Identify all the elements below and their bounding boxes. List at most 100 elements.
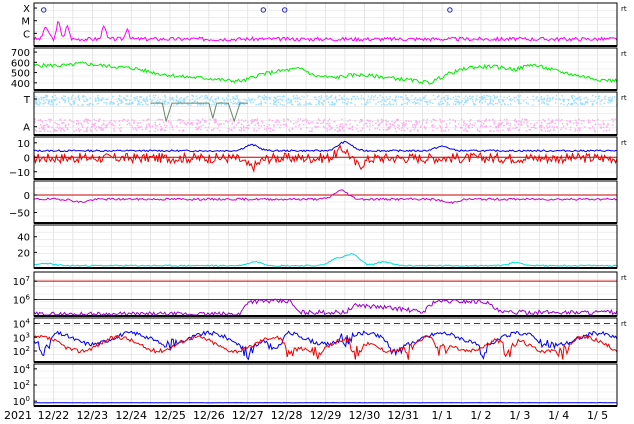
data-point — [435, 120, 437, 122]
data-point — [455, 98, 457, 100]
data-point — [58, 101, 61, 103]
data-point — [263, 124, 266, 127]
data-point — [244, 119, 247, 122]
data-point — [288, 101, 291, 104]
data-point — [579, 127, 581, 129]
data-point — [66, 127, 68, 129]
data-point — [471, 98, 474, 101]
y-tick-label: 10 — [17, 139, 30, 150]
data-point — [356, 95, 359, 98]
data-point — [469, 95, 471, 97]
data-point — [566, 104, 569, 106]
data-point — [509, 125, 511, 127]
data-point — [406, 101, 409, 104]
data-point — [434, 125, 436, 127]
data-point — [252, 101, 254, 104]
data-point — [395, 130, 397, 133]
data-point — [386, 98, 389, 101]
data-point — [426, 103, 429, 106]
data-point — [154, 123, 157, 126]
data-point — [78, 128, 80, 130]
data-point — [78, 97, 80, 100]
data-point — [447, 98, 450, 100]
data-point — [341, 123, 344, 125]
data-point — [196, 101, 199, 103]
data-point — [275, 104, 278, 106]
data-point — [38, 130, 41, 133]
data-point — [433, 119, 436, 121]
data-point — [488, 95, 490, 97]
data-point — [117, 104, 119, 106]
data-point — [526, 118, 528, 121]
data-point — [481, 96, 483, 99]
data-point — [291, 128, 294, 130]
data-point — [275, 96, 277, 99]
data-point — [444, 100, 447, 102]
data-point — [319, 98, 321, 100]
x-tick-label: 1/ 5 — [587, 409, 608, 422]
y-tick-label: C — [23, 29, 30, 40]
data-point — [361, 119, 363, 122]
data-point — [587, 122, 590, 124]
data-point — [279, 126, 281, 129]
data-point — [145, 128, 147, 131]
data-point — [206, 129, 209, 131]
data-point — [573, 99, 576, 102]
data-point — [118, 99, 121, 102]
data-point — [67, 100, 70, 102]
data-point — [274, 98, 277, 100]
data-point — [493, 130, 495, 132]
data-point — [292, 122, 295, 125]
data-point — [318, 103, 321, 106]
data-point — [405, 120, 408, 122]
data-point — [408, 99, 411, 102]
data-point — [211, 104, 213, 106]
data-point — [268, 124, 270, 126]
data-point — [336, 130, 339, 133]
data-point — [457, 123, 460, 125]
data-point — [551, 98, 554, 100]
data-point — [295, 125, 297, 128]
data-point — [609, 101, 612, 103]
data-point — [465, 95, 467, 97]
data-point — [171, 126, 173, 129]
data-point — [492, 118, 494, 121]
data-point — [188, 118, 191, 121]
data-point — [475, 98, 478, 100]
data-point — [48, 118, 50, 120]
data-point — [43, 100, 45, 102]
data-point — [94, 99, 97, 102]
data-point — [75, 129, 77, 131]
data-point — [299, 128, 302, 130]
data-point — [410, 129, 412, 131]
data-point — [109, 102, 111, 104]
data-point — [50, 103, 52, 106]
data-point — [580, 102, 582, 104]
data-point — [273, 124, 275, 126]
data-point — [547, 97, 549, 99]
data-point — [591, 119, 594, 121]
data-point — [517, 129, 520, 131]
data-point — [182, 119, 184, 122]
data-point — [205, 94, 208, 97]
data-point — [458, 103, 460, 105]
data-point — [235, 102, 238, 105]
data-point — [53, 130, 55, 133]
data-point — [424, 101, 426, 103]
data-point — [248, 124, 250, 127]
data-point — [91, 123, 93, 125]
data-point — [333, 120, 335, 122]
data-point — [471, 124, 473, 126]
data-point — [286, 118, 289, 120]
data-point — [231, 122, 234, 124]
data-point — [233, 102, 235, 105]
data-point — [232, 103, 234, 105]
data-point — [546, 95, 549, 97]
data-point — [445, 94, 447, 97]
data-point — [543, 127, 546, 129]
data-point — [572, 122, 575, 125]
data-point — [326, 95, 328, 97]
data-point — [532, 126, 534, 128]
data-point — [548, 126, 550, 129]
data-point — [518, 102, 520, 105]
